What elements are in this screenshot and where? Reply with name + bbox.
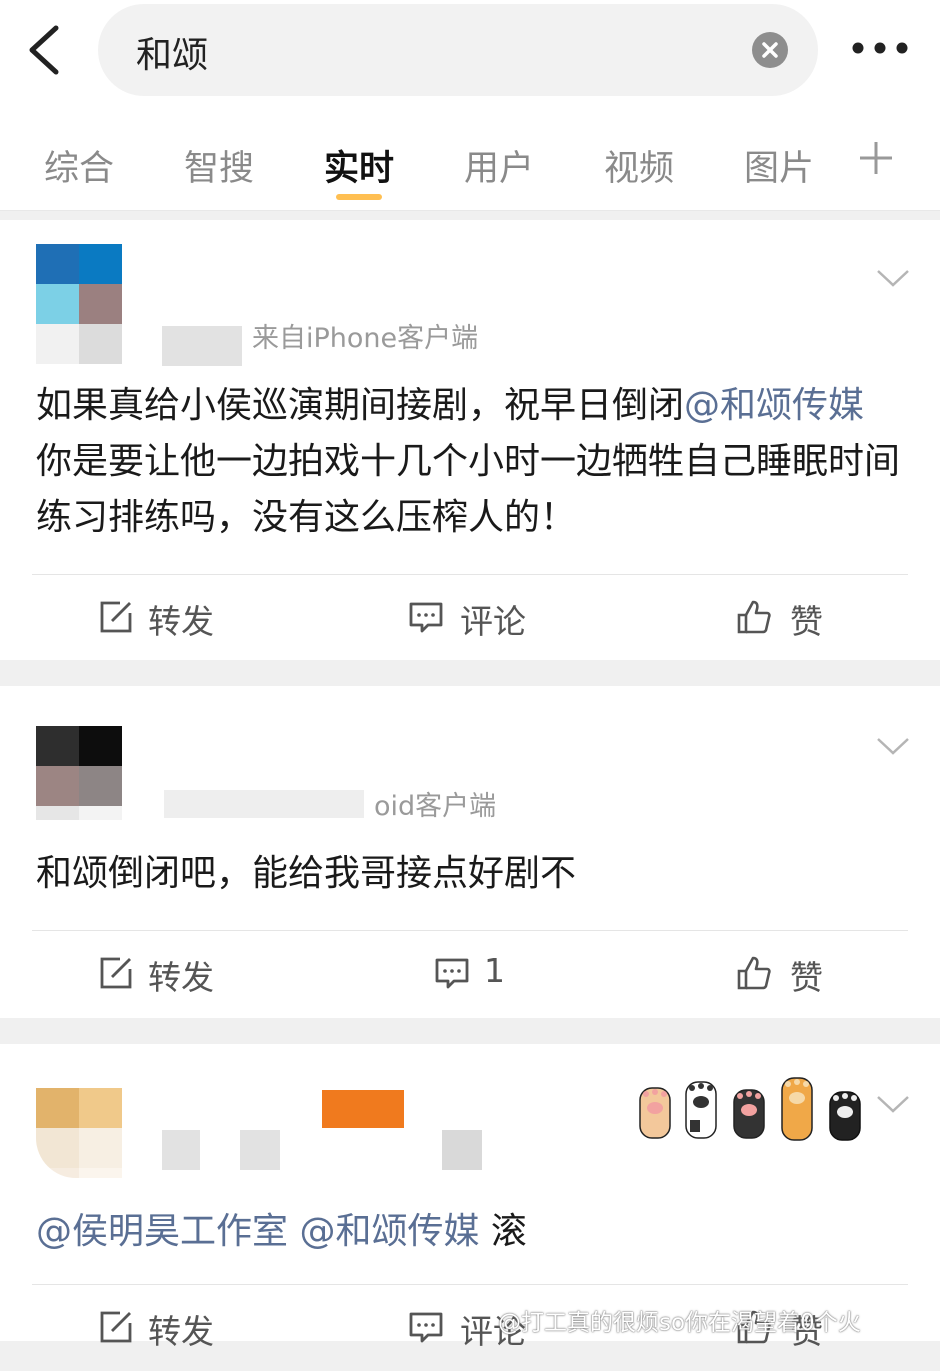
post-source: 来自iPhone客户端 bbox=[252, 323, 479, 354]
feed-card: oid客户端 和颂倒闭吧，能给我哥接点好剧不 转发 1 赞 bbox=[0, 686, 940, 1018]
thumbs-up-icon[interactable] bbox=[736, 955, 772, 991]
post-text-prefix: 如果真给小侯巡演期间接剧，祝早日倒闭 bbox=[36, 385, 685, 426]
repost-icon[interactable] bbox=[98, 1309, 134, 1345]
mention-link[interactable]: @和颂传媒 bbox=[684, 385, 864, 426]
feed-card: @侯明昊工作室 @和颂传媒 滚 转发 评论 赞 bbox=[0, 1044, 940, 1351]
tab-videos[interactable]: 视频 bbox=[604, 140, 674, 191]
repost-icon[interactable] bbox=[98, 955, 134, 991]
cat-paws-decoration-icon bbox=[639, 1077, 861, 1141]
clear-search-icon[interactable] bbox=[752, 32, 788, 68]
action-bar: 转发 评论 赞 bbox=[32, 574, 908, 661]
blurred-username bbox=[442, 1130, 482, 1170]
more-options-icon[interactable] bbox=[850, 36, 910, 60]
search-input[interactable]: 和颂 bbox=[98, 4, 818, 96]
repost-button[interactable]: 转发 bbox=[148, 595, 214, 643]
tab-comprehensive[interactable]: 综合 bbox=[44, 140, 114, 191]
repost-button[interactable]: 转发 bbox=[148, 951, 214, 999]
like-button[interactable]: 赞 bbox=[790, 595, 823, 643]
post-text: 和颂倒闭吧，能给我哥接点好剧不 bbox=[36, 853, 577, 894]
blurred-username bbox=[240, 1130, 280, 1170]
add-tab-icon[interactable] bbox=[858, 140, 894, 176]
watermark: @打工真的很烦so你在渴望着0个火 bbox=[498, 1310, 861, 1336]
post-source: oid客户端 bbox=[374, 791, 497, 822]
avatar[interactable] bbox=[36, 244, 122, 364]
tab-images[interactable]: 图片 bbox=[744, 140, 814, 191]
chevron-down-icon[interactable] bbox=[876, 268, 910, 288]
comment-icon[interactable] bbox=[408, 1309, 444, 1345]
post-text: 如果真给小侯巡演期间接剧，祝早日倒闭@和颂传媒 你是要让他一边拍戏十几个小时一边… bbox=[36, 378, 906, 546]
blurred-username bbox=[164, 790, 364, 818]
comment-count[interactable]: 1 bbox=[484, 951, 505, 990]
thumbs-up-icon[interactable] bbox=[736, 599, 772, 635]
avatar[interactable] bbox=[36, 726, 122, 820]
back-arrow-icon[interactable] bbox=[22, 24, 66, 76]
search-tabs: 综合 智搜 实时 用户 视频 图片 bbox=[0, 120, 940, 211]
blurred-badge bbox=[322, 1090, 404, 1128]
like-button[interactable]: 赞 bbox=[790, 951, 823, 999]
mention-link[interactable]: @侯明昊工作室 bbox=[36, 1211, 288, 1252]
mention-link[interactable]: @和颂传媒 bbox=[299, 1211, 479, 1252]
tab-realtime[interactable]: 实时 bbox=[324, 140, 394, 191]
comment-icon[interactable] bbox=[408, 599, 444, 635]
comment-icon[interactable] bbox=[434, 955, 470, 991]
active-tab-indicator bbox=[336, 194, 382, 200]
blurred-username bbox=[162, 1130, 200, 1170]
chevron-down-icon[interactable] bbox=[876, 1094, 910, 1114]
tab-users[interactable]: 用户 bbox=[464, 140, 534, 191]
chevron-down-icon[interactable] bbox=[876, 736, 910, 756]
repost-button[interactable]: 转发 bbox=[148, 1305, 214, 1353]
top-bar: 和颂 bbox=[0, 0, 940, 120]
comment-button[interactable]: 评论 bbox=[460, 595, 526, 643]
post-text-suffix: 滚 bbox=[479, 1211, 527, 1252]
blurred-username bbox=[162, 326, 242, 366]
repost-icon[interactable] bbox=[98, 599, 134, 635]
post-text: @侯明昊工作室 @和颂传媒 滚 bbox=[36, 1204, 906, 1260]
tab-smart-search[interactable]: 智搜 bbox=[184, 140, 254, 191]
post-text-suffix: 你是要让他一边拍戏十几个小时一边牺牲自己睡眠时间练习排练吗，没有这么压榨人的！ bbox=[36, 441, 901, 538]
feed-card: 来自iPhone客户端 如果真给小侯巡演期间接剧，祝早日倒闭@和颂传媒 你是要让… bbox=[0, 220, 940, 660]
action-bar: 转发 1 赞 bbox=[32, 930, 908, 1017]
avatar[interactable] bbox=[36, 1088, 122, 1178]
search-query: 和颂 bbox=[136, 35, 209, 76]
